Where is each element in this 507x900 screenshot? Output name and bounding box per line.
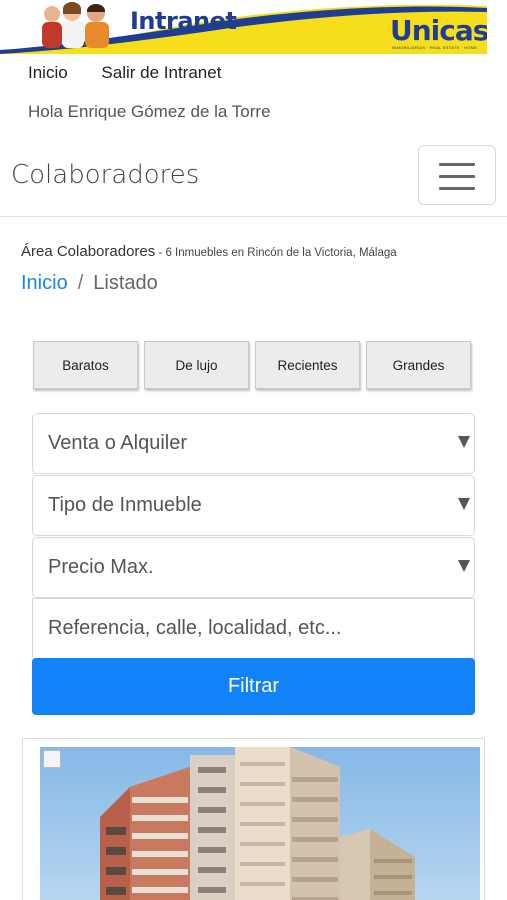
intranet-banner: Intranet Unicasa INMOBILIARIAS · REAL ES…	[0, 0, 487, 54]
breadcrumb: Inicio / Listado	[21, 272, 158, 295]
user-greeting: Hola Enrique Gómez de la Torre	[28, 102, 271, 121]
building-image	[40, 747, 480, 900]
select-checkbox[interactable]	[43, 750, 61, 768]
filter-recent-button[interactable]: Recientes	[255, 341, 360, 389]
breadcrumb-separator: /	[77, 272, 84, 294]
section-title: Área Colaboradores	[21, 243, 156, 260]
top-links: Inicio Salir de Intranet	[28, 63, 250, 83]
quick-filters: Baratos De lujo Recientes Grandes	[33, 341, 473, 389]
caret-down-icon	[458, 560, 470, 572]
max-price-select[interactable]: Precio Max.	[32, 537, 475, 598]
filter-luxury-button[interactable]: De lujo	[144, 341, 249, 389]
breadcrumb-current: Listado	[93, 272, 158, 294]
navbar: Colaboradores	[0, 145, 507, 217]
filter-large-button[interactable]: Grandes	[366, 341, 471, 389]
property-type-select-value: Tipo de Inmueble	[48, 494, 202, 516]
breadcrumb-home-link[interactable]: Inicio	[21, 272, 68, 294]
operation-select[interactable]: Venta o Alquiler	[32, 413, 475, 474]
property-card[interactable]	[22, 738, 485, 900]
brand-logo[interactable]: Unicasa	[390, 14, 487, 47]
property-type-select[interactable]: Tipo de Inmueble	[32, 475, 475, 536]
filter-submit-button[interactable]: Filtrar	[32, 658, 475, 715]
filter-cheap-button[interactable]: Baratos	[33, 341, 138, 389]
property-photo[interactable]	[40, 747, 480, 900]
family-photo-icon	[42, 2, 109, 48]
brand-tagline: INMOBILIARIAS · REAL ESTATE · HOME	[392, 45, 478, 50]
section-heading: Área Colaboradores - 6 Inmuebles en Rinc…	[21, 243, 397, 260]
caret-down-icon	[458, 498, 470, 510]
menu-toggle-button[interactable]	[418, 145, 496, 205]
banner-title: Intranet	[130, 7, 237, 35]
home-link[interactable]: Inicio	[28, 63, 68, 82]
caret-down-icon	[458, 436, 470, 448]
search-input[interactable]: Referencia, calle, localidad, etc...	[32, 598, 475, 659]
logout-link[interactable]: Salir de Intranet	[101, 63, 221, 82]
operation-select-value: Venta o Alquiler	[48, 432, 187, 454]
section-subtitle: - 6 Inmuebles en Rincón de la Victoria, …	[155, 247, 397, 259]
navbar-brand[interactable]: Colaboradores	[11, 160, 199, 190]
search-input-placeholder: Referencia, calle, localidad, etc...	[48, 617, 342, 639]
max-price-select-value: Precio Max.	[48, 556, 154, 578]
